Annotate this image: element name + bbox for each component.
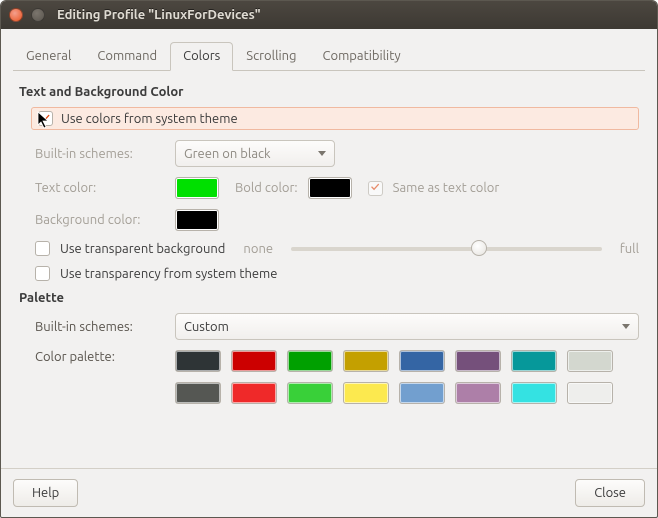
- palette-scheme-select[interactable]: Custom: [175, 313, 639, 340]
- window-title: Editing Profile "LinuxForDevices": [57, 8, 261, 22]
- window-close-button[interactable]: [9, 8, 23, 22]
- bg-color-label: Background color:: [35, 213, 165, 227]
- same-as-text-label: Same as text color: [393, 181, 500, 195]
- palette-swatch-13[interactable]: [455, 382, 501, 404]
- scheme-select[interactable]: Green on black: [175, 140, 335, 167]
- dialog-footer: Help Close: [1, 468, 657, 517]
- help-button[interactable]: Help: [13, 479, 78, 507]
- tabs: General Command Colors Scrolling Compati…: [13, 41, 645, 71]
- use-system-theme-row[interactable]: Use colors from system theme: [31, 107, 639, 130]
- use-system-theme-checkbox[interactable]: [38, 111, 53, 126]
- palette-swatch-9[interactable]: [231, 382, 277, 404]
- use-system-theme-label: Use colors from system theme: [61, 112, 238, 126]
- palette-scheme-value: Custom: [184, 320, 229, 334]
- bg-color-swatch[interactable]: [175, 209, 219, 231]
- palette-swatch-10[interactable]: [287, 382, 333, 404]
- palette-swatch-0[interactable]: [175, 350, 221, 372]
- transparency-slider[interactable]: [291, 247, 602, 251]
- palette-colors-label: Color palette:: [35, 350, 165, 364]
- tab-scrolling[interactable]: Scrolling: [233, 42, 309, 71]
- profile-editor-window: Editing Profile "LinuxForDevices" Genera…: [0, 0, 658, 518]
- scheme-label: Built-in schemes:: [35, 147, 165, 161]
- bold-color-label: Bold color:: [235, 181, 298, 195]
- palette-swatch-5[interactable]: [455, 350, 501, 372]
- palette-swatch-8[interactable]: [175, 382, 221, 404]
- slider-none-label: none: [243, 242, 273, 256]
- palette-swatch-7[interactable]: [567, 350, 613, 372]
- slider-full-label: full: [620, 242, 639, 256]
- bg-color-row: Background color:: [35, 209, 639, 231]
- transparent-bg-label: Use transparent background: [60, 242, 225, 256]
- palette-swatch-14[interactable]: [511, 382, 557, 404]
- tab-command[interactable]: Command: [84, 42, 170, 71]
- text-bg-heading: Text and Background Color: [19, 85, 639, 99]
- palette-scheme-row: Built-in schemes: Custom: [35, 313, 639, 340]
- transparent-bg-row: Use transparent background none full: [35, 241, 639, 256]
- text-color-label: Text color:: [35, 181, 165, 195]
- palette-heading: Palette: [19, 291, 639, 305]
- titlebar: Editing Profile "LinuxForDevices": [1, 1, 657, 29]
- palette-swatch-2[interactable]: [287, 350, 333, 372]
- palette-swatch-4[interactable]: [399, 350, 445, 372]
- palette-colors-row: Color palette:: [35, 350, 639, 404]
- slider-thumb[interactable]: [471, 240, 487, 256]
- bold-color-swatch[interactable]: [308, 177, 352, 199]
- same-as-text-checkbox[interactable]: [368, 181, 383, 196]
- sys-transparency-checkbox[interactable]: [35, 266, 50, 281]
- palette-swatch-6[interactable]: [511, 350, 557, 372]
- chevron-down-icon: [622, 324, 630, 329]
- close-button[interactable]: Close: [575, 479, 645, 507]
- colors-panel: Text and Background Color Use colors fro…: [13, 71, 645, 460]
- palette-swatch-1[interactable]: [231, 350, 277, 372]
- chevron-down-icon: [318, 151, 326, 156]
- palette-swatch-3[interactable]: [343, 350, 389, 372]
- text-color-row: Text color: Bold color: Same as text col…: [35, 177, 639, 199]
- palette-swatch-15[interactable]: [567, 382, 613, 404]
- sys-transparency-row: Use transparency from system theme: [35, 266, 639, 281]
- content-area: General Command Colors Scrolling Compati…: [1, 29, 657, 468]
- tab-general[interactable]: General: [13, 42, 84, 71]
- sys-transparency-label: Use transparency from system theme: [60, 267, 277, 281]
- palette-swatch-12[interactable]: [399, 382, 445, 404]
- tab-compatibility[interactable]: Compatibility: [310, 42, 414, 71]
- window-minimize-button[interactable]: [31, 8, 45, 22]
- tab-colors[interactable]: Colors: [170, 42, 233, 71]
- builtin-scheme-row: Built-in schemes: Green on black: [35, 140, 639, 167]
- scheme-value: Green on black: [184, 147, 271, 161]
- text-color-swatch[interactable]: [175, 177, 219, 199]
- palette-swatch-11[interactable]: [343, 382, 389, 404]
- palette-grid: [175, 350, 613, 404]
- palette-scheme-label: Built-in schemes:: [35, 320, 165, 334]
- transparent-bg-checkbox[interactable]: [35, 241, 50, 256]
